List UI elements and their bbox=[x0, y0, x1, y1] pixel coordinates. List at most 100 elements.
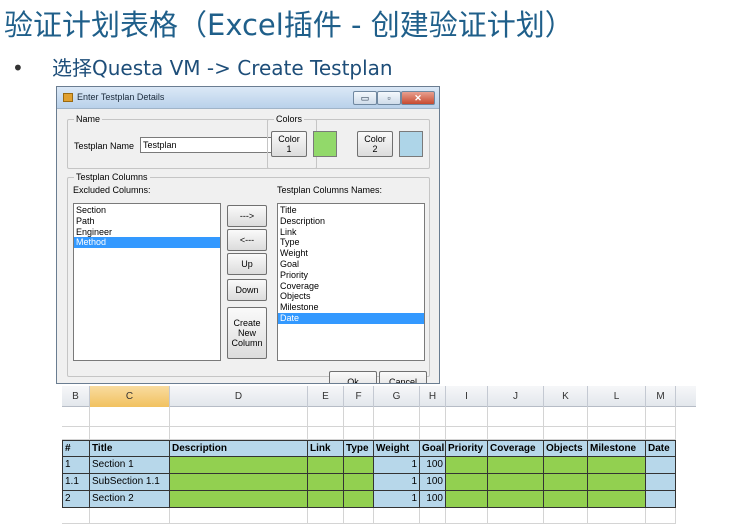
cell[interactable] bbox=[544, 407, 588, 427]
column-header-e[interactable]: E bbox=[308, 386, 344, 407]
column-header-h[interactable]: H bbox=[420, 386, 446, 407]
cell[interactable] bbox=[344, 407, 374, 427]
cell[interactable] bbox=[170, 491, 308, 508]
testplan-name-input[interactable]: Testplan bbox=[140, 137, 284, 153]
cell[interactable] bbox=[488, 491, 544, 508]
cell[interactable] bbox=[446, 508, 488, 524]
cell[interactable] bbox=[374, 407, 420, 427]
column-header-g[interactable]: G bbox=[374, 386, 420, 407]
cell[interactable] bbox=[170, 457, 308, 474]
column-header-j[interactable]: J bbox=[488, 386, 544, 407]
move-left-button[interactable]: <--- bbox=[227, 229, 267, 251]
cell[interactable] bbox=[544, 427, 588, 440]
cell[interactable]: 1 bbox=[374, 474, 420, 491]
dialog-titlebar[interactable]: Enter Testplan Details ▭ ▫ ✕ bbox=[57, 87, 439, 109]
cell[interactable] bbox=[374, 427, 420, 440]
list-item[interactable]: Priority bbox=[278, 270, 424, 281]
cell[interactable] bbox=[90, 427, 170, 440]
color1-swatch[interactable] bbox=[313, 131, 337, 157]
cancel-button[interactable]: Cancel bbox=[379, 371, 427, 383]
color2-button[interactable]: Color 2 bbox=[357, 131, 393, 157]
cell[interactable] bbox=[588, 407, 646, 427]
cell[interactable] bbox=[344, 491, 374, 508]
header-cell[interactable]: # bbox=[62, 440, 90, 457]
cell[interactable] bbox=[170, 474, 308, 491]
cell[interactable] bbox=[646, 457, 676, 474]
cell[interactable] bbox=[420, 508, 446, 524]
cell[interactable] bbox=[488, 474, 544, 491]
header-cell[interactable]: Description bbox=[170, 440, 308, 457]
cell[interactable] bbox=[544, 474, 588, 491]
create-new-column-button[interactable]: Create New Column bbox=[227, 307, 267, 359]
cell[interactable] bbox=[488, 407, 544, 427]
list-item[interactable]: Engineer bbox=[74, 227, 220, 238]
list-item[interactable]: Goal bbox=[278, 259, 424, 270]
cell[interactable] bbox=[446, 427, 488, 440]
list-item[interactable]: Milestone bbox=[278, 302, 424, 313]
column-header-i[interactable]: I bbox=[446, 386, 488, 407]
header-cell[interactable]: Objects bbox=[544, 440, 588, 457]
cell[interactable] bbox=[420, 407, 446, 427]
cell[interactable] bbox=[488, 457, 544, 474]
cell[interactable] bbox=[446, 474, 488, 491]
list-item[interactable]: Title bbox=[278, 205, 424, 216]
ok-button[interactable]: Ok bbox=[329, 371, 377, 383]
column-names-list[interactable]: Title Description Link Type Weight Goal Priori… bbox=[277, 203, 425, 361]
list-item[interactable]: Link bbox=[278, 227, 424, 238]
list-item[interactable]: Date bbox=[278, 312, 424, 324]
column-header-b[interactable]: B bbox=[62, 386, 90, 407]
cell[interactable] bbox=[420, 427, 446, 440]
cell[interactable] bbox=[544, 457, 588, 474]
header-cell[interactable]: Link bbox=[308, 440, 344, 457]
header-cell[interactable]: Priority bbox=[446, 440, 488, 457]
cell[interactable]: Section 1 bbox=[90, 457, 170, 474]
list-item[interactable]: Section bbox=[74, 205, 220, 216]
cell[interactable] bbox=[170, 508, 308, 524]
header-cell[interactable]: Date bbox=[646, 440, 676, 457]
cell[interactable] bbox=[446, 457, 488, 474]
cell[interactable]: 1 bbox=[62, 457, 90, 474]
cell[interactable] bbox=[308, 427, 344, 440]
cell[interactable] bbox=[588, 508, 646, 524]
cell[interactable]: 1 bbox=[374, 457, 420, 474]
cell[interactable] bbox=[308, 407, 344, 427]
list-item[interactable]: Coverage bbox=[278, 281, 424, 292]
cell[interactable] bbox=[646, 474, 676, 491]
cell[interactable] bbox=[374, 508, 420, 524]
column-header-f[interactable]: F bbox=[344, 386, 374, 407]
cell[interactable]: 100 bbox=[420, 491, 446, 508]
list-item[interactable]: Method bbox=[74, 237, 220, 249]
cell[interactable] bbox=[308, 474, 344, 491]
close-button[interactable]: ✕ bbox=[401, 91, 435, 105]
cell[interactable] bbox=[544, 491, 588, 508]
list-item[interactable]: Objects bbox=[278, 291, 424, 302]
cell[interactable] bbox=[308, 491, 344, 508]
cell[interactable] bbox=[344, 508, 374, 524]
cell[interactable] bbox=[544, 508, 588, 524]
cell[interactable] bbox=[588, 457, 646, 474]
color2-swatch[interactable] bbox=[399, 131, 423, 157]
cell[interactable] bbox=[90, 407, 170, 427]
excluded-columns-list[interactable]: Section Path Engineer Method bbox=[73, 203, 221, 361]
cell[interactable] bbox=[588, 474, 646, 491]
header-cell[interactable]: Goal bbox=[420, 440, 446, 457]
cell[interactable]: 2 bbox=[62, 491, 90, 508]
cell[interactable] bbox=[446, 407, 488, 427]
cell[interactable] bbox=[588, 427, 646, 440]
cell[interactable] bbox=[170, 427, 308, 440]
cell[interactable] bbox=[488, 508, 544, 524]
cell[interactable] bbox=[170, 407, 308, 427]
cell[interactable] bbox=[308, 508, 344, 524]
cell[interactable] bbox=[646, 491, 676, 508]
up-button[interactable]: Up bbox=[227, 253, 267, 275]
column-header-d[interactable]: D bbox=[170, 386, 308, 407]
color1-button[interactable]: Color 1 bbox=[271, 131, 307, 157]
header-cell[interactable]: Type bbox=[344, 440, 374, 457]
column-header-k[interactable]: K bbox=[544, 386, 588, 407]
list-item[interactable]: Path bbox=[74, 216, 220, 227]
column-header-l[interactable]: L bbox=[588, 386, 646, 407]
cell[interactable] bbox=[62, 427, 90, 440]
move-right-button[interactable]: ---> bbox=[227, 205, 267, 227]
cell[interactable] bbox=[646, 407, 676, 427]
cell[interactable] bbox=[488, 427, 544, 440]
